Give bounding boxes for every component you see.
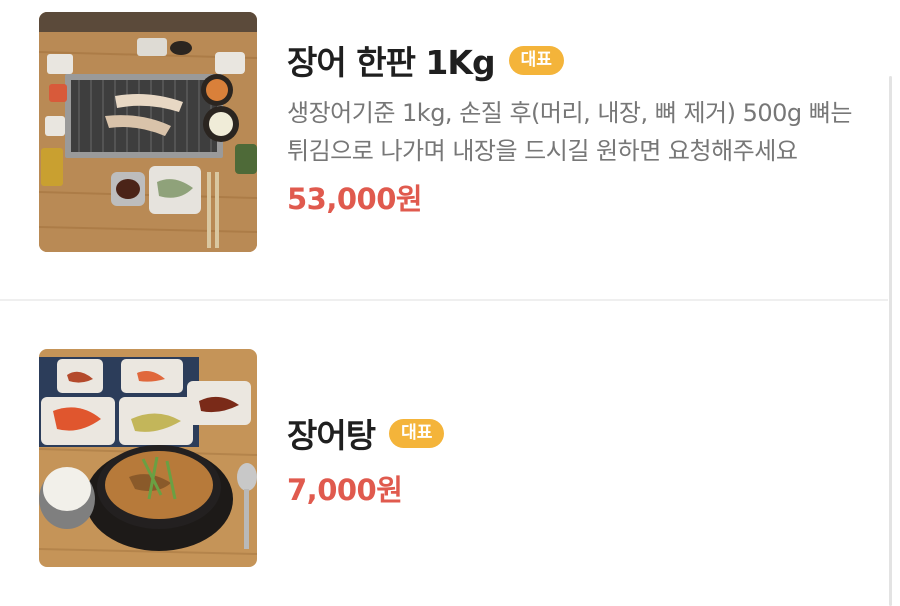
title-row: 장어탕 대표 bbox=[287, 411, 858, 455]
menu-item-info: 장어탕 대표 7,000원 bbox=[287, 411, 858, 509]
title-row: 장어 한판 1Kg 대표 bbox=[287, 38, 858, 82]
menu-item-info: 장어 한판 1Kg 대표 생장어기준 1kg, 손질 후(머리, 내장, 뼈 제… bbox=[287, 38, 858, 218]
menu-item-title: 장어탕 bbox=[287, 416, 376, 455]
menu-item-price: 53,000원 bbox=[287, 182, 423, 216]
menu-item-eel-set[interactable]: 장어 한판 1Kg 대표 생장어기준 1kg, 손질 후(머리, 내장, 뼈 제… bbox=[0, 0, 888, 300]
signature-badge: 대표 bbox=[389, 418, 445, 448]
grilled-eel-photo bbox=[39, 12, 257, 252]
menu-item-price: 7,000원 bbox=[287, 473, 403, 507]
eel-soup-photo bbox=[39, 349, 257, 567]
menu-item-eel-soup[interactable]: 장어탕 대표 7,000원 bbox=[0, 301, 888, 606]
scrollbar[interactable] bbox=[889, 76, 892, 606]
menu-item-title: 장어 한판 1Kg bbox=[287, 43, 496, 82]
menu-item-description: 생장어기준 1kg, 손질 후(머리, 내장, 뼈 제거) 500g 뼈는 튀김… bbox=[287, 99, 852, 165]
menu-item-image[interactable] bbox=[39, 12, 257, 252]
menu-list: 장어 한판 1Kg 대표 생장어기준 1kg, 손질 후(머리, 내장, 뼈 제… bbox=[0, 0, 900, 606]
menu-item-image[interactable] bbox=[39, 349, 257, 567]
signature-badge: 대표 bbox=[508, 45, 564, 75]
